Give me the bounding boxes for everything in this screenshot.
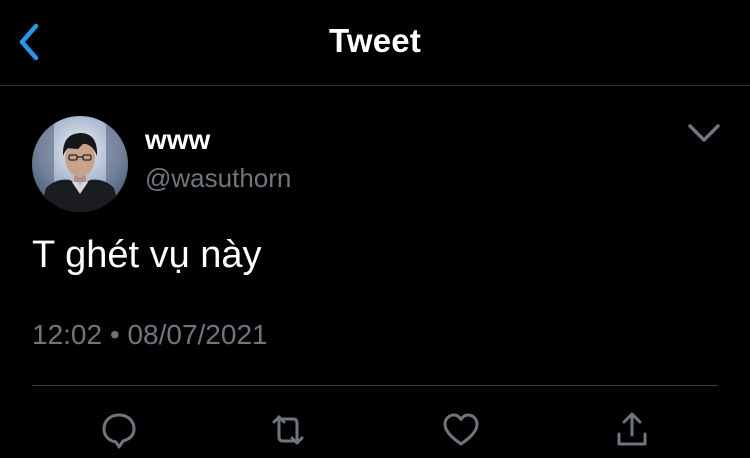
avatar[interactable] — [32, 116, 128, 212]
tweet-timestamp[interactable]: 12:02 • 08/07/2021 — [32, 319, 268, 351]
retweet-icon — [272, 415, 304, 445]
heart-icon — [443, 413, 479, 446]
meta-separator: • — [109, 319, 120, 350]
author-display-name[interactable]: www — [145, 124, 210, 156]
page-title: Tweet — [328, 22, 422, 59]
reply-button[interactable] — [99, 410, 139, 450]
chevron-down-icon — [688, 124, 720, 142]
tweet-time: 12:02 — [32, 319, 103, 350]
share-icon — [617, 412, 647, 446]
tweet-text: T ghét vụ này — [32, 234, 262, 276]
comment-icon — [102, 413, 136, 449]
divider — [32, 385, 718, 386]
author-handle[interactable]: @wasuthorn — [145, 163, 291, 194]
share-button[interactable] — [612, 410, 652, 450]
like-button[interactable] — [441, 410, 481, 450]
top-navigation-bar: Tweet — [0, 0, 750, 86]
tweet-options-button[interactable] — [684, 118, 724, 148]
tweet-date: 08/07/2021 — [127, 319, 268, 350]
avatar-photo — [32, 116, 128, 212]
retweet-button[interactable] — [268, 410, 308, 450]
